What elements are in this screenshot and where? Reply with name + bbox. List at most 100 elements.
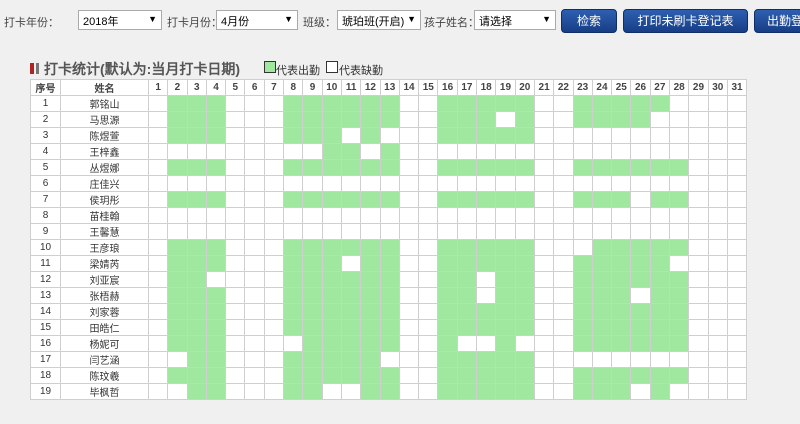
table-row: 6 庄佳兴 xyxy=(30,175,748,192)
attendance-button[interactable]: 出勤登 xyxy=(754,9,800,33)
day-cell-absent xyxy=(205,175,227,192)
day-cell-present xyxy=(283,191,304,208)
day-cell-absent xyxy=(418,191,439,208)
day-cell-absent xyxy=(669,175,690,192)
day-cell-absent xyxy=(418,319,439,336)
row-index: 2 xyxy=(30,111,61,128)
day-cell-absent xyxy=(688,127,709,144)
day-cell-present xyxy=(302,271,323,288)
day-cell-absent xyxy=(418,175,439,192)
day-cell-present xyxy=(321,95,342,112)
header-day: 9 xyxy=(302,79,323,96)
day-cell-absent xyxy=(553,271,574,288)
table-row: 16 杨妮可 xyxy=(30,335,748,352)
row-index: 3 xyxy=(30,127,61,144)
day-cell-absent xyxy=(669,127,690,144)
day-cell-present xyxy=(514,191,535,208)
header-day: 6 xyxy=(244,79,265,96)
day-cell-absent xyxy=(726,175,748,192)
table-row: 15 田皓仁 xyxy=(30,319,748,336)
header-day: 15 xyxy=(418,79,439,96)
day-cell-absent xyxy=(533,143,555,160)
header-day: 1 xyxy=(147,79,169,96)
day-cell-absent xyxy=(707,143,728,160)
day-cell-present xyxy=(649,367,671,384)
day-cell-present xyxy=(514,159,535,176)
day-cell-absent xyxy=(726,287,748,304)
day-cell-absent xyxy=(495,223,516,240)
day-cell-absent xyxy=(225,95,246,112)
day-cell-absent xyxy=(688,255,709,272)
day-cell-present xyxy=(321,303,342,320)
day-cell-present xyxy=(340,239,362,256)
day-cell-present xyxy=(186,383,207,400)
row-name: 陈煜萱 xyxy=(60,127,149,144)
day-cell-present xyxy=(476,383,497,400)
day-cell-absent xyxy=(553,351,574,368)
day-cell-present xyxy=(186,239,207,256)
day-cell-present xyxy=(649,383,671,400)
day-cell-absent xyxy=(418,239,439,256)
class-select[interactable]: 琥珀班(开启) ▼ xyxy=(337,10,421,30)
header-day: 13 xyxy=(379,79,400,96)
day-cell-absent xyxy=(398,95,420,112)
day-cell-absent xyxy=(726,255,748,272)
day-cell-present xyxy=(591,367,613,384)
day-cell-absent xyxy=(533,287,555,304)
day-cell-absent xyxy=(263,207,285,224)
day-cell-absent xyxy=(553,383,574,400)
day-cell-absent xyxy=(533,223,555,240)
day-cell-absent xyxy=(225,255,246,272)
day-cell-absent xyxy=(244,255,265,272)
day-cell-present xyxy=(476,159,497,176)
row-name: 郭铭山 xyxy=(60,95,149,112)
child-select[interactable]: 请选择 ▼ xyxy=(474,10,556,30)
day-cell-present xyxy=(611,319,632,336)
day-cell-absent xyxy=(591,143,613,160)
day-cell-present xyxy=(360,95,381,112)
day-cell-present xyxy=(514,111,535,128)
day-cell-absent xyxy=(553,175,574,192)
day-cell-absent xyxy=(495,111,516,128)
day-cell-absent xyxy=(572,351,593,368)
day-cell-absent xyxy=(263,319,285,336)
day-cell-present xyxy=(476,239,497,256)
print-unswiped-button[interactable]: 打印未刷卡登记表 xyxy=(623,9,748,33)
day-cell-absent xyxy=(726,143,748,160)
day-cell-absent xyxy=(688,303,709,320)
day-cell-present xyxy=(340,335,362,352)
header-day: 14 xyxy=(398,79,420,96)
day-cell-present xyxy=(283,351,304,368)
day-cell-present xyxy=(340,191,362,208)
search-button[interactable]: 检索 xyxy=(561,9,617,33)
day-cell-absent xyxy=(514,143,535,160)
day-cell-present xyxy=(186,319,207,336)
day-cell-present xyxy=(591,239,613,256)
day-cell-present xyxy=(649,319,671,336)
row-index: 12 xyxy=(30,271,61,288)
day-cell-present xyxy=(283,239,304,256)
year-select[interactable]: 2018年 ▼ xyxy=(78,10,162,30)
legend-present-swatch xyxy=(264,61,276,73)
day-cell-absent xyxy=(707,303,728,320)
day-cell-absent xyxy=(572,207,593,224)
day-cell-present xyxy=(630,95,651,112)
day-cell-present xyxy=(379,335,400,352)
day-cell-absent xyxy=(514,207,535,224)
header-day: 17 xyxy=(456,79,478,96)
day-cell-absent xyxy=(263,223,285,240)
day-cell-present xyxy=(437,111,458,128)
day-cell-absent xyxy=(321,383,342,400)
day-cell-present xyxy=(186,271,207,288)
day-cell-absent xyxy=(398,383,420,400)
day-cell-absent xyxy=(591,127,613,144)
day-cell-absent xyxy=(398,319,420,336)
day-cell-absent xyxy=(553,303,574,320)
day-cell-present xyxy=(630,239,651,256)
header-day: 16 xyxy=(437,79,458,96)
day-cell-absent xyxy=(533,335,555,352)
day-cell-present xyxy=(167,367,188,384)
day-cell-present xyxy=(205,255,227,272)
month-select[interactable]: 4月份 ▼ xyxy=(216,10,298,30)
day-cell-absent xyxy=(572,223,593,240)
